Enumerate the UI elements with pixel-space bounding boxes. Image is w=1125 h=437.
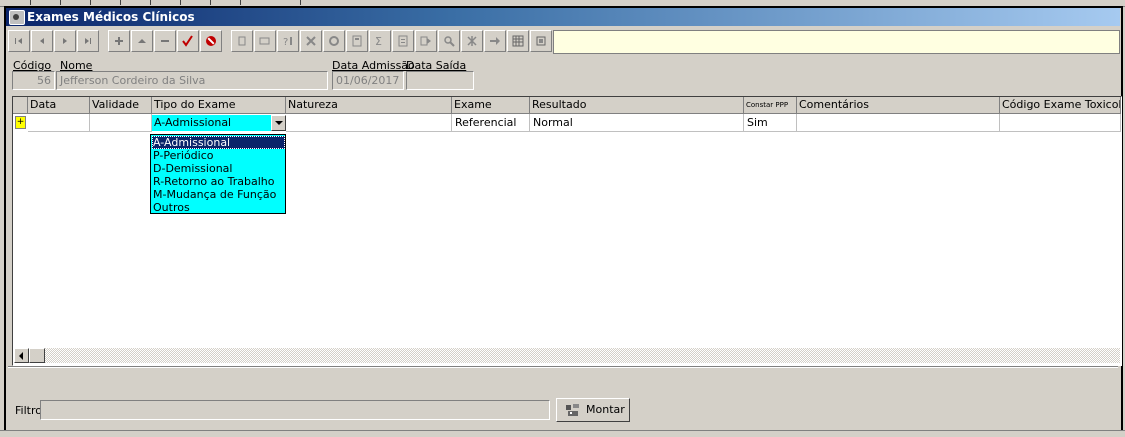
print-icon[interactable] (231, 30, 253, 52)
first-record-icon[interactable] (8, 30, 30, 52)
col-validade-header[interactable]: Validade (90, 97, 152, 114)
svg-text:Σ: Σ (375, 35, 382, 47)
cell-resultado[interactable]: Normal (530, 114, 744, 132)
montar-label: Montar (586, 403, 625, 416)
export-icon[interactable] (415, 30, 437, 52)
strip-seg (210, 0, 241, 5)
col-natureza-header[interactable]: Natureza (286, 97, 452, 114)
dropdown-option[interactable]: R-Retorno ao Trabalho (152, 175, 285, 188)
row-indicator-header (13, 97, 28, 114)
prior-record-icon[interactable] (31, 30, 53, 52)
strip-seg (30, 0, 61, 5)
admissao-field[interactable]: 01/06/2017 (332, 71, 404, 90)
nome-field[interactable]: Jefferson Cordeiro da Silva (56, 71, 328, 90)
cell-codigo-tox[interactable] (1000, 114, 1121, 132)
calculator-icon[interactable] (346, 30, 368, 52)
strip-seg (120, 0, 151, 5)
toolbar-hint-field (553, 30, 1120, 54)
sum-icon[interactable]: Σ (369, 30, 391, 52)
cancel-icon[interactable] (200, 30, 222, 52)
dropdown-option[interactable]: Outros (152, 201, 285, 214)
transfer-icon[interactable] (484, 30, 506, 52)
delete-icon[interactable] (154, 30, 176, 52)
codigo-field[interactable]: 56 (12, 71, 55, 90)
app-icon (9, 10, 25, 25)
toolbar: ? Σ (8, 30, 1120, 54)
grid-icon[interactable] (507, 30, 529, 52)
post-check-icon[interactable] (177, 30, 199, 52)
last-record-icon[interactable] (77, 30, 99, 52)
col-comentarios-header[interactable]: Comentários (797, 97, 1000, 114)
cell-data[interactable] (28, 114, 90, 132)
cell-natureza[interactable] (286, 114, 452, 132)
strip-seg (90, 0, 121, 5)
strip-seg (60, 0, 91, 5)
tipo-exame-dropdown-list[interactable]: A-Admissional P-Periódico D-Demissional … (150, 134, 286, 214)
report-icon[interactable] (392, 30, 414, 52)
edit-icon[interactable] (131, 30, 153, 52)
divider (8, 366, 1118, 368)
window-title: Exames Médicos Clínicos (27, 10, 195, 24)
help-query-icon[interactable]: ? (277, 30, 299, 52)
svg-text:?: ? (283, 37, 288, 47)
strip-seg (180, 0, 211, 5)
scroll-left-button[interactable] (14, 348, 29, 363)
chevron-down-icon[interactable] (271, 115, 286, 131)
cell-validade[interactable] (90, 114, 152, 132)
tipo-exame-value: A-Admissional (154, 116, 232, 129)
dropdown-option[interactable]: A-Admissional (152, 136, 285, 149)
col-resultado-header[interactable]: Resultado (530, 97, 744, 114)
scroll-thumb[interactable] (29, 348, 45, 363)
dropdown-option[interactable]: M-Mudança de Função (152, 188, 285, 201)
strip-seg (0, 0, 31, 5)
cell-constar-ppp[interactable]: Sim (744, 114, 797, 132)
col-tipo-header[interactable]: Tipo do Exame (152, 97, 286, 114)
build-icon (566, 404, 579, 416)
filter-icon[interactable] (461, 30, 483, 52)
next-record-icon[interactable] (54, 30, 76, 52)
row-insert-indicator: + (15, 116, 26, 129)
view-icon[interactable] (254, 30, 276, 52)
saida-field[interactable] (406, 71, 474, 90)
dropdown-option[interactable]: P-Periódico (152, 149, 285, 162)
insert-icon[interactable] (108, 30, 130, 52)
cell-exame[interactable]: Referencial (452, 114, 530, 132)
tools-icon[interactable] (300, 30, 322, 52)
close-icon[interactable] (530, 30, 552, 52)
search-icon[interactable] (438, 30, 460, 52)
col-exame-header[interactable]: Exame (452, 97, 530, 114)
montar-button[interactable]: Montar (556, 398, 630, 422)
title-bar: Exames Médicos Clínicos (6, 8, 1120, 26)
filter-label: Filtro (15, 404, 42, 417)
cell-comentarios[interactable] (797, 114, 1000, 132)
strip-seg (240, 0, 301, 5)
horizontal-scrollbar[interactable] (14, 348, 1120, 363)
settings-icon[interactable] (323, 30, 345, 52)
dropdown-option[interactable]: D-Demissional (152, 162, 285, 175)
tipo-exame-combobox[interactable]: A-Admissional (152, 115, 286, 131)
strip-seg (150, 0, 181, 5)
col-codigo-tox-header[interactable]: Código Exame Toxicológico (1000, 97, 1121, 114)
filter-input[interactable] (40, 400, 550, 420)
col-data-header[interactable]: Data (28, 97, 90, 114)
col-constar-ppp-header[interactable]: Constar PPP (744, 97, 797, 114)
